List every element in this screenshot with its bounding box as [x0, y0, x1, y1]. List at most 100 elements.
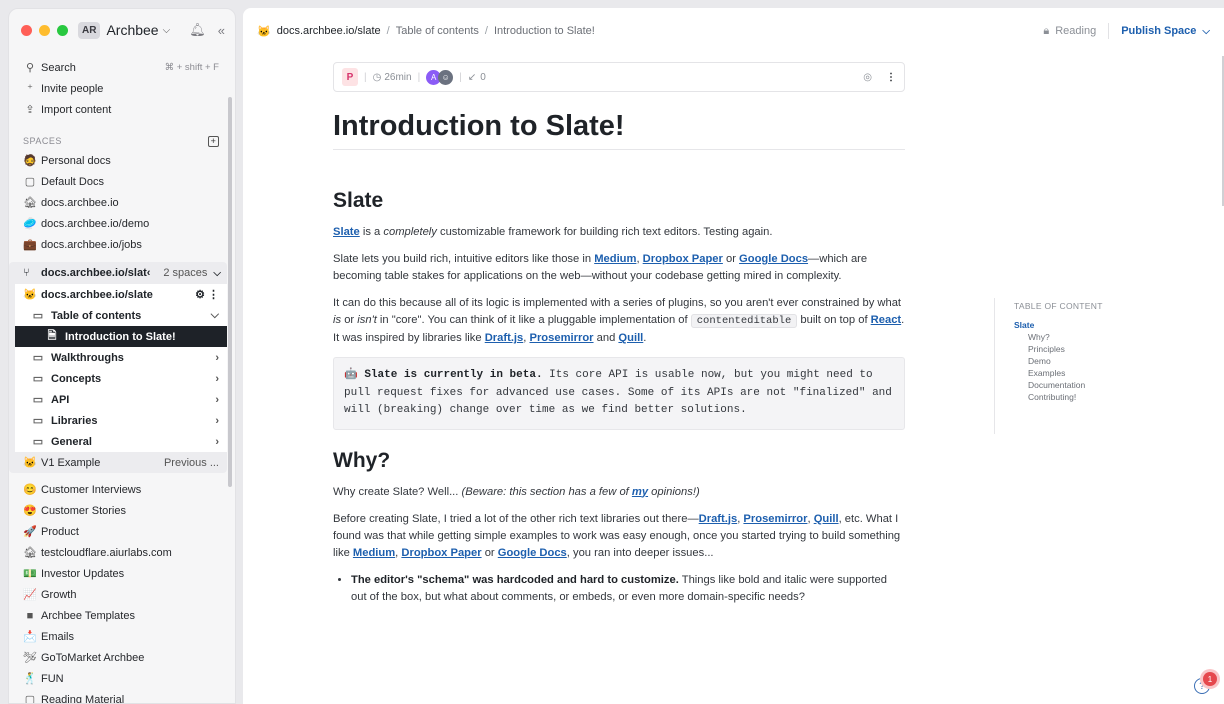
- more-options-icon[interactable]: ⋮: [886, 72, 896, 83]
- toc-item[interactable]: Contributing!: [1014, 391, 1134, 403]
- breadcrumb-page[interactable]: Introduction to Slate!: [494, 25, 595, 37]
- space-item[interactable]: 🛩 GoToMarket Archbee: [9, 647, 227, 668]
- link-slate[interactable]: Slate: [333, 226, 360, 238]
- space-label: docs.archbee.io: [41, 196, 119, 209]
- space-group-header[interactable]: ⑂ docs.archbee.io/slat‹ 2 spaces ⌵: [9, 262, 227, 284]
- breadcrumb-space[interactable]: docs.archbee.io/slate: [277, 25, 381, 37]
- link-my[interactable]: my: [632, 486, 648, 498]
- toc-item[interactable]: Examples: [1014, 367, 1134, 379]
- toc-item[interactable]: Slate: [1014, 319, 1134, 331]
- link-google-docs[interactable]: Google Docs: [498, 547, 567, 559]
- tree-item-api[interactable]: ▭ API ›: [15, 389, 227, 410]
- chevron-down-icon[interactable]: ⌵: [213, 268, 221, 279]
- chevron-right-icon[interactable]: ›: [215, 373, 219, 385]
- toc-item[interactable]: Why?: [1014, 331, 1134, 343]
- divider: [1108, 23, 1110, 39]
- chevron-right-icon[interactable]: ›: [215, 415, 219, 427]
- link-draftjs[interactable]: Draft.js: [699, 513, 738, 525]
- search-icon: ⚲: [25, 62, 35, 74]
- reading-label: Reading: [1055, 25, 1097, 37]
- space-label: Customer Stories: [41, 504, 126, 517]
- maximize-window-button[interactable]: [57, 24, 68, 36]
- link-react[interactable]: React: [871, 314, 901, 326]
- tree-item-walkthroughs[interactable]: ▭ Walkthroughs ›: [15, 347, 227, 368]
- space-group-count: 2 spaces: [163, 267, 208, 279]
- space-item[interactable]: ▢ Reading Material: [9, 689, 227, 704]
- link-medium[interactable]: Medium: [594, 253, 636, 265]
- tree-item-table-of-contents[interactable]: ▭ Table of contents ⌵: [15, 305, 227, 326]
- version-label: Previous ...: [163, 456, 219, 469]
- tree-item-concepts[interactable]: ▭ Concepts ›: [15, 368, 227, 389]
- space-item[interactable]: 🥏 docs.archbee.io/demo: [9, 213, 227, 234]
- space-item-v1-example[interactable]: 🐱 V1 Example Previous ...: [9, 452, 227, 473]
- link-google-docs[interactable]: Google Docs: [739, 253, 808, 265]
- space-item[interactable]: 💼 docs.archbee.io/jobs: [9, 234, 227, 255]
- chevron-down-icon[interactable]: ⌵: [163, 25, 171, 36]
- chevron-right-icon[interactable]: ›: [215, 436, 219, 448]
- space-item[interactable]: 📩 Emails: [9, 626, 227, 647]
- folder-icon: ▭: [32, 310, 44, 322]
- backlink-count[interactable]: 0: [480, 72, 486, 83]
- main-content: 🐱 docs.archbee.io/slate / Table of conte…: [243, 8, 1224, 704]
- doc-badge[interactable]: P: [342, 68, 358, 86]
- publish-space-button[interactable]: Publish Space ⌵: [1121, 25, 1210, 37]
- search-item[interactable]: ⚲ Search ⌘ + shift + F: [9, 57, 227, 78]
- space-icon: ■: [26, 609, 34, 622]
- workspace-avatar[interactable]: AR: [78, 21, 101, 39]
- tree-item-introduction[interactable]: 🗎 Introduction to Slate!: [15, 326, 227, 347]
- link-medium[interactable]: Medium: [353, 547, 395, 559]
- toc-item[interactable]: Principles: [1014, 343, 1134, 355]
- sidebar-scrollbar[interactable]: [228, 97, 232, 487]
- space-item[interactable]: 😍 Customer Stories: [9, 500, 227, 521]
- space-item[interactable]: 🏚 docs.archbee.io: [9, 192, 227, 213]
- link-quill[interactable]: Quill: [814, 513, 839, 525]
- chevron-right-icon[interactable]: ›: [215, 352, 219, 364]
- space-item[interactable]: 📈 Growth: [9, 584, 227, 605]
- chevron-right-icon[interactable]: ›: [215, 394, 219, 406]
- workspace-name[interactable]: Archbee: [106, 22, 158, 38]
- space-label: Personal docs: [41, 154, 111, 167]
- tree-item-label: General: [51, 435, 92, 448]
- space-item[interactable]: 🚀 Product: [9, 521, 227, 542]
- bell-icon[interactable]: 🔔︎: [189, 22, 206, 38]
- tree-item-libraries[interactable]: ▭ Libraries ›: [15, 410, 227, 431]
- link-dropbox-paper[interactable]: Dropbox Paper: [643, 253, 723, 265]
- top-bar: 🐱 docs.archbee.io/slate / Table of conte…: [243, 8, 1224, 54]
- space-item[interactable]: 💵 Investor Updates: [9, 563, 227, 584]
- import-label: Import content: [41, 103, 112, 116]
- add-space-icon[interactable]: +: [208, 135, 219, 147]
- invite-people-item[interactable]: ⁺ Invite people: [9, 78, 227, 99]
- close-window-button[interactable]: [21, 24, 32, 36]
- space-item[interactable]: 🧔 Personal docs: [9, 150, 227, 171]
- space-item[interactable]: 🕺 FUN: [9, 668, 227, 689]
- avatar-photo[interactable]: ☺: [438, 69, 454, 85]
- tree-item-label: Concepts: [51, 372, 102, 385]
- space-item[interactable]: ■ Archbee Templates: [9, 605, 227, 626]
- space-root-item[interactable]: 🐱 docs.archbee.io/slate ⚙ ⋮: [15, 284, 227, 305]
- robot-icon: 🤖: [344, 369, 358, 381]
- toc-item[interactable]: Documentation: [1014, 379, 1134, 391]
- tree-item-general[interactable]: ▭ General ›: [15, 431, 227, 452]
- reading-mode-button[interactable]: 🔒︎ Reading: [1043, 25, 1096, 38]
- paragraph: Why create Slate? Well... (Beware: this …: [333, 485, 700, 498]
- breadcrumb-section[interactable]: Table of contents: [396, 25, 479, 37]
- list-item: The editor's "schema" was hardcoded and …: [351, 572, 905, 606]
- link-prosemirror[interactable]: Prosemirror: [743, 513, 807, 525]
- space-item[interactable]: 🏚 testcloudflare.aiurlabs.com: [9, 542, 227, 563]
- space-icon: 🚀: [23, 526, 37, 538]
- import-content-item[interactable]: ⇪ Import content: [9, 99, 227, 120]
- space-item[interactable]: 😊 Customer Interviews: [9, 479, 227, 500]
- link-prosemirror[interactable]: Prosemirror: [529, 332, 593, 344]
- link-draftjs[interactable]: Draft.js: [485, 332, 524, 344]
- gear-icon[interactable]: ⚙ ⋮: [195, 288, 219, 301]
- toc-item[interactable]: Demo: [1014, 355, 1134, 367]
- chevron-down-icon[interactable]: ⌵: [211, 309, 219, 322]
- collapse-sidebar-icon[interactable]: «: [218, 23, 225, 38]
- check-circle-icon[interactable]: ◎: [863, 72, 872, 83]
- space-item[interactable]: ▢ Default Docs: [9, 171, 227, 192]
- table-of-contents: TABLE OF CONTENT Slate Why? Principles D…: [994, 298, 1134, 434]
- link-quill[interactable]: Quill: [618, 332, 643, 344]
- read-time: 26min: [384, 71, 412, 83]
- link-dropbox-paper[interactable]: Dropbox Paper: [401, 547, 481, 559]
- minimize-window-button[interactable]: [39, 24, 50, 36]
